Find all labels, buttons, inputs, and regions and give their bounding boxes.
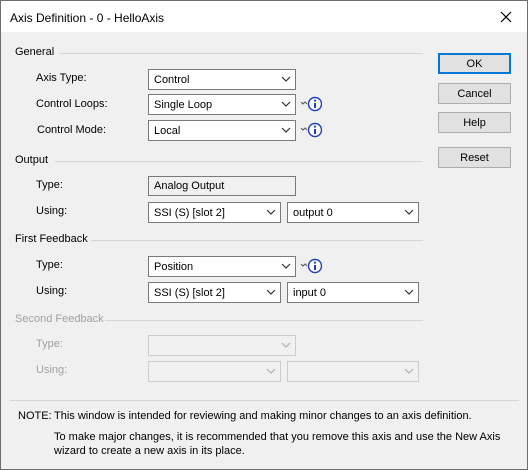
feedback-channel-dropdown[interactable]: input 0 bbox=[287, 282, 419, 303]
chevron-down-icon bbox=[281, 263, 291, 269]
output-channel-dropdown[interactable]: output 0 bbox=[287, 202, 419, 223]
cancel-button[interactable]: Cancel bbox=[438, 83, 511, 104]
feedback-type-value: Position bbox=[154, 261, 194, 273]
axis-type-value: Control bbox=[154, 74, 190, 86]
section-header-first-feedback: First Feedback bbox=[15, 233, 88, 245]
second-feedback-type-dropdown bbox=[148, 335, 296, 356]
help-button[interactable]: Help bbox=[438, 112, 511, 133]
section-header-second-feedback: Second Feedback bbox=[15, 313, 104, 325]
feedback-module-dropdown[interactable]: SSI (S) [slot 2] bbox=[148, 282, 281, 303]
title-bar: Axis Definition - 0 - HelloAxis bbox=[1, 1, 527, 32]
axis-type-label: Axis Type: bbox=[36, 72, 87, 84]
control-mode-value: Local bbox=[154, 125, 181, 137]
chevron-down-icon bbox=[404, 209, 414, 215]
control-loops-label: Control Loops: bbox=[36, 98, 108, 110]
feedback-module-value: SSI (S) [slot 2] bbox=[154, 287, 225, 299]
section-divider bbox=[105, 320, 423, 321]
feedback-using-label: Using: bbox=[36, 285, 68, 297]
chevron-down-icon bbox=[266, 368, 276, 374]
chevron-down-icon bbox=[281, 127, 291, 133]
section-header-general: General bbox=[15, 46, 55, 58]
chevron-down-icon bbox=[281, 342, 291, 348]
axis-definition-dialog: Axis Definition - 0 - HelloAxis General … bbox=[0, 0, 528, 470]
dialog-client-area: General Axis Type: Control Control Loops… bbox=[1, 32, 527, 469]
control-loops-value: Single Loop bbox=[154, 99, 213, 111]
note-line-3: wizard to create a new axis in its place… bbox=[54, 445, 245, 457]
output-type-value: Analog Output bbox=[154, 180, 225, 192]
info-icon[interactable] bbox=[300, 96, 322, 112]
note-text: NOTE: This window is intended for reviewi… bbox=[18, 409, 500, 458]
reset-button[interactable]: Reset bbox=[438, 147, 511, 168]
close-icon bbox=[500, 11, 512, 22]
output-using-label: Using: bbox=[36, 205, 68, 217]
output-type-field: Analog Output bbox=[148, 176, 296, 196]
chevron-down-icon bbox=[266, 209, 276, 215]
note-line-2: To make major changes, it is recommended… bbox=[54, 431, 501, 443]
section-header-output: Output bbox=[15, 154, 49, 166]
second-feedback-type-label: Type: bbox=[36, 338, 63, 350]
control-loops-dropdown[interactable]: Single Loop bbox=[148, 94, 296, 115]
chevron-down-icon bbox=[281, 101, 291, 107]
section-divider bbox=[91, 240, 423, 241]
chevron-down-icon bbox=[281, 76, 291, 82]
chevron-down-icon bbox=[404, 289, 414, 295]
note-divider bbox=[10, 400, 519, 401]
window-title: Axis Definition - 0 - HelloAxis bbox=[10, 11, 165, 25]
note-line-1: This window is intended for reviewing an… bbox=[54, 410, 472, 422]
info-icon[interactable] bbox=[300, 258, 322, 274]
close-button[interactable] bbox=[485, 1, 527, 32]
control-mode-dropdown[interactable]: Local bbox=[148, 120, 296, 141]
second-feedback-module-dropdown bbox=[148, 361, 281, 382]
feedback-type-label: Type: bbox=[36, 259, 63, 271]
output-module-value: SSI (S) [slot 2] bbox=[154, 207, 225, 219]
feedback-type-dropdown[interactable]: Position bbox=[148, 256, 296, 277]
chevron-down-icon bbox=[404, 368, 414, 374]
output-type-label: Type: bbox=[36, 179, 63, 191]
output-channel-value: output 0 bbox=[293, 207, 333, 219]
feedback-channel-value: input 0 bbox=[293, 287, 327, 299]
second-feedback-channel-dropdown bbox=[287, 361, 419, 382]
control-mode-label: Control Mode: bbox=[37, 124, 107, 136]
chevron-down-icon bbox=[266, 289, 276, 295]
axis-type-dropdown[interactable]: Control bbox=[148, 69, 296, 90]
section-divider bbox=[59, 53, 423, 54]
note-prefix: NOTE: bbox=[18, 410, 52, 422]
info-icon[interactable] bbox=[300, 122, 322, 138]
section-divider bbox=[55, 161, 423, 162]
ok-button[interactable]: OK bbox=[438, 53, 511, 74]
output-module-dropdown[interactable]: SSI (S) [slot 2] bbox=[148, 202, 281, 223]
second-feedback-using-label: Using: bbox=[36, 364, 68, 376]
